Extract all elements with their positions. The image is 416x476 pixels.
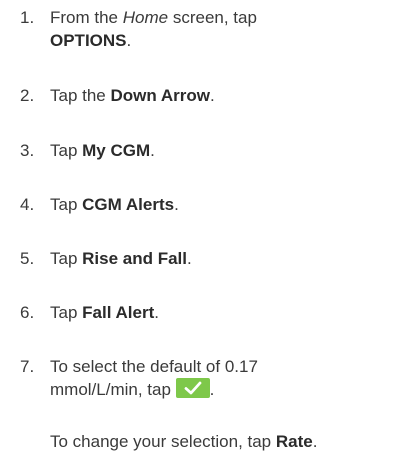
home-screen-term: Home: [122, 8, 169, 27]
fall-alert-term: Fall Alert: [82, 303, 155, 322]
step-text: From the Home screen, tap OPTIONS.: [50, 6, 410, 52]
cgm-alerts-term: CGM Alerts: [82, 195, 175, 214]
step-number: 1.: [20, 8, 35, 27]
step-number: 6.: [20, 303, 35, 322]
step-text-part: Tap: [50, 141, 83, 160]
step-text-part: To select the default of 0.17: [50, 357, 258, 376]
rate-term: Rate: [275, 432, 313, 451]
accept-button-graphic: [175, 378, 210, 398]
step-text-part: .: [209, 86, 215, 105]
step-text-part: Tap: [50, 195, 83, 214]
step-text: Tap Fall Alert.: [50, 301, 410, 324]
step-text: Tap My CGM.: [50, 139, 410, 162]
step-number: 4.: [20, 195, 35, 214]
step-number: 5.: [20, 249, 35, 268]
step-text: Tap the Down Arrow.: [50, 84, 410, 107]
step-text-part: Tap the: [50, 86, 111, 105]
note-text-part: To change your selection, tap: [50, 432, 276, 451]
step-text-part: Tap: [50, 249, 83, 268]
note-text-part: .: [312, 432, 318, 451]
step-text-part: mmol/L/min, tap: [50, 380, 176, 399]
step-number: 2.: [20, 86, 35, 105]
step-text-part: screen, tap: [168, 8, 257, 27]
step-text-part: .: [126, 31, 132, 50]
selection-note: To change your selection, tap Rate.: [50, 430, 410, 453]
step-text: Tap Rise and Fall.: [50, 247, 410, 270]
step-number: 3.: [20, 141, 35, 160]
step-text-part: .: [154, 303, 159, 322]
rise-and-fall-term: Rise and Fall: [82, 249, 188, 268]
step-text: To select the default of 0.17 mmol/L/min,…: [50, 355, 410, 401]
step-text-part: From the: [50, 8, 123, 27]
step-number: 7.: [20, 357, 35, 376]
step-text-part: .: [187, 249, 192, 268]
my-cgm-term: My CGM: [82, 141, 151, 160]
down-arrow-term: Down Arrow: [110, 86, 210, 105]
step-text-part: .: [174, 195, 179, 214]
step-text: Tap CGM Alerts.: [50, 193, 410, 216]
step-text-part: .: [209, 380, 215, 399]
checkmark-icon: [184, 381, 202, 395]
step-text-part: .: [150, 141, 155, 160]
options-term: OPTIONS: [50, 31, 127, 50]
step-text-part: Tap: [50, 303, 83, 322]
